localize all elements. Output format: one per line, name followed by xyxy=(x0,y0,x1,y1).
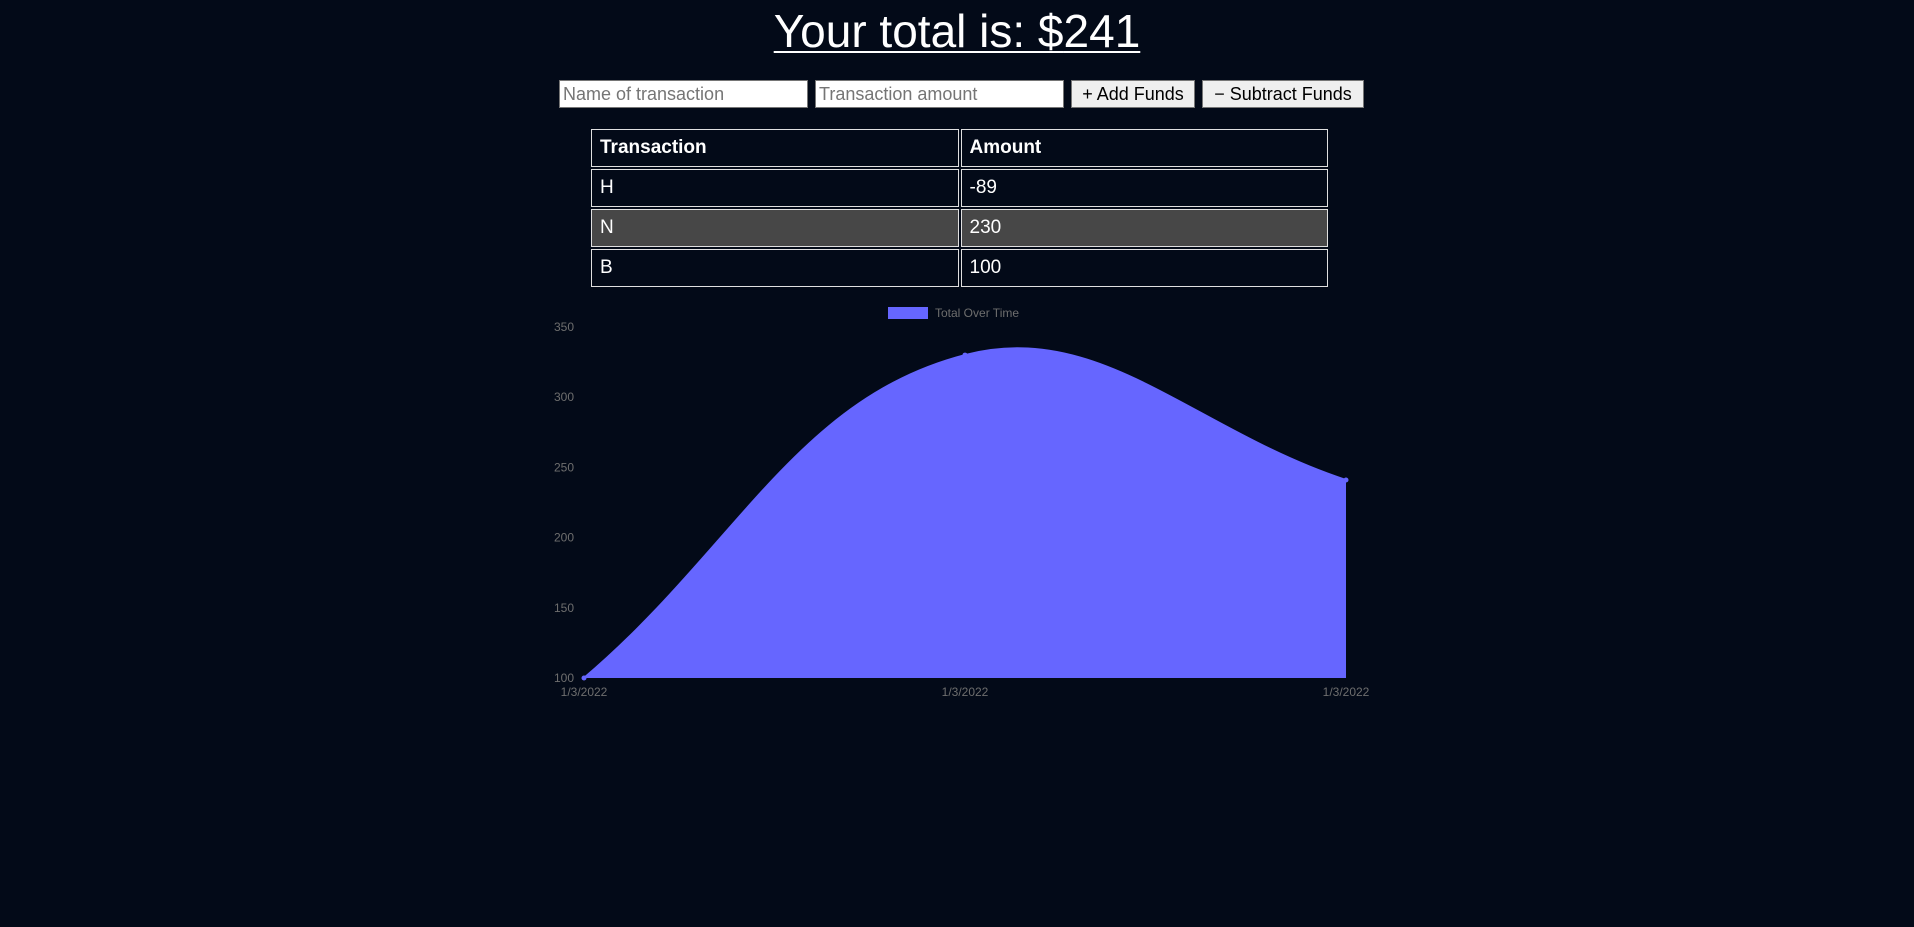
transactions-table: Transaction Amount H -89 N 230 B 100 xyxy=(589,127,1330,289)
x-tick-label: 1/3/2022 xyxy=(1323,685,1370,699)
table-row: H -89 xyxy=(591,169,1328,207)
chart-canvas: Total Over Time 100 150 200 250 300 350 1/3/202… xyxy=(554,306,1370,699)
x-tick-label: 1/3/2022 xyxy=(942,685,989,699)
transaction-name-cell: B xyxy=(591,249,959,287)
data-point xyxy=(581,675,587,681)
y-tick-label: 250 xyxy=(554,460,574,474)
table-header-row: Transaction Amount xyxy=(591,129,1328,167)
legend-label: Total Over Time xyxy=(935,306,1019,320)
legend-swatch xyxy=(888,307,928,319)
column-header-amount: Amount xyxy=(960,129,1328,167)
table-row: B 100 xyxy=(591,249,1328,287)
table-row: N 230 xyxy=(591,209,1328,247)
transaction-amount-cell: -89 xyxy=(960,169,1328,207)
y-tick-label: 100 xyxy=(554,671,574,685)
data-point xyxy=(1343,477,1349,483)
column-header-transaction: Transaction xyxy=(591,129,959,167)
data-point xyxy=(962,352,968,358)
transaction-amount-input[interactable] xyxy=(815,80,1064,108)
transaction-amount-cell: 230 xyxy=(960,209,1328,247)
total-heading: Your total is: $241 xyxy=(0,3,1914,59)
transaction-form: + Add Funds − Subtract Funds xyxy=(559,80,1371,108)
total-value: 241 xyxy=(1063,5,1141,57)
total-label: Your total is: $ xyxy=(773,5,1064,57)
y-tick-label: 150 xyxy=(554,601,574,615)
transaction-name-input[interactable] xyxy=(559,80,808,108)
subtract-funds-button[interactable]: − Subtract Funds xyxy=(1202,80,1364,108)
transaction-name-cell: H xyxy=(591,169,959,207)
series-area xyxy=(584,348,1346,678)
add-funds-button[interactable]: + Add Funds xyxy=(1071,80,1195,108)
y-tick-label: 200 xyxy=(554,531,574,545)
y-tick-label: 350 xyxy=(554,320,574,334)
budget-app: Your total is: $241 + Add Funds − Subtra… xyxy=(0,0,1914,927)
total-over-time-chart: Total Over Time 100 150 200 250 300 350 1/3/202… xyxy=(540,296,1380,716)
x-tick-label: 1/3/2022 xyxy=(561,685,608,699)
transaction-amount-cell: 100 xyxy=(960,249,1328,287)
transaction-name-cell: N xyxy=(591,209,959,247)
y-tick-label: 300 xyxy=(554,390,574,404)
